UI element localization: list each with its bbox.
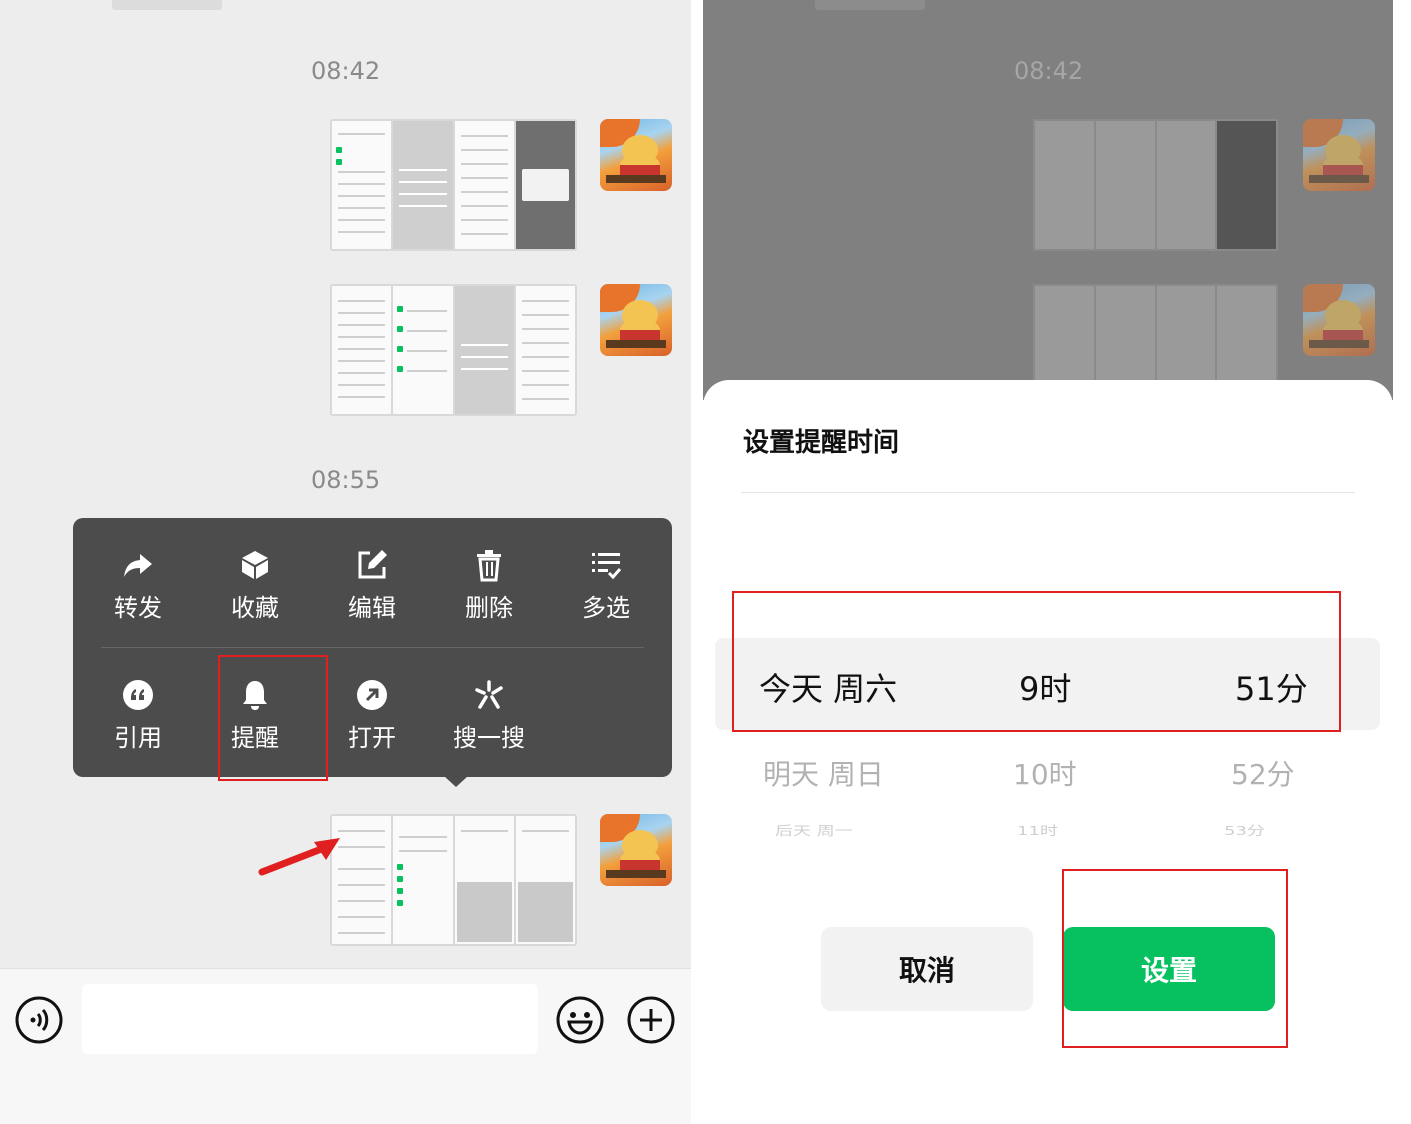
menu-item-search[interactable]: 搜一搜 — [439, 678, 539, 768]
menu-item-quote[interactable]: 引用 — [88, 678, 188, 768]
menu-item-multiselect[interactable]: 多选 — [556, 548, 656, 638]
multi-select-icon — [592, 553, 622, 580]
avatar[interactable] — [600, 119, 672, 191]
menu-item-open[interactable]: 打开 — [322, 678, 422, 768]
picker-minute-option[interactable]: 52分 — [1231, 753, 1295, 793]
menu-item-favorite[interactable]: 收藏 — [205, 548, 305, 638]
chat-panel: 08:42 08:55 转发 收藏 编辑 删除 多选 引用 提醒 打开 搜一搜 — [0, 0, 691, 1124]
menu-item-label: 多选 — [582, 594, 630, 622]
menu-item-label: 打开 — [348, 724, 396, 752]
dimmed-chat-background[interactable]: 08:42 — [703, 0, 1393, 400]
annotation-highlight-remind — [218, 655, 328, 781]
reminder-panel: 08:42 设置提醒时间 今天 周六 9时 51分 明天 周日 10时 52分 … — [703, 0, 1393, 1124]
image-message — [1033, 119, 1278, 251]
message-input[interactable] — [82, 984, 538, 1054]
edit-icon — [358, 550, 387, 579]
picker-hour-option[interactable]: 10时 — [1013, 753, 1077, 793]
menu-item-label: 搜一搜 — [453, 724, 525, 752]
menu-item-label: 引用 — [114, 724, 162, 752]
menu-item-delete[interactable]: 删除 — [439, 548, 539, 638]
picker-day-option[interactable]: 明天 周日 — [763, 753, 884, 793]
menu-item-label: 转发 — [114, 594, 162, 622]
image-message[interactable] — [330, 814, 577, 946]
cancel-button[interactable]: 取消 — [821, 927, 1033, 1011]
divider — [741, 492, 1355, 493]
quote-icon — [123, 680, 153, 710]
menu-item-forward[interactable]: 转发 — [88, 548, 188, 638]
annotation-highlight-set — [1062, 869, 1288, 1048]
menu-divider — [101, 647, 644, 648]
voice-icon[interactable] — [15, 996, 63, 1044]
message-thumbnail-top — [815, 0, 925, 10]
menu-item-label: 收藏 — [231, 594, 279, 622]
picker-minute-option[interactable]: 53分 — [1224, 821, 1265, 839]
sheet-title: 设置提醒时间 — [743, 428, 900, 458]
menu-item-label: 删除 — [465, 594, 513, 622]
timestamp: 08:55 — [311, 466, 381, 494]
cube-icon — [242, 551, 268, 579]
message-context-menu: 转发 收藏 编辑 删除 多选 引用 提醒 打开 搜一搜 — [73, 518, 672, 777]
reminder-time-sheet: 设置提醒时间 今天 周六 9时 51分 明天 周日 10时 52分 后天 周一 … — [703, 380, 1393, 1124]
share-arrow-icon — [124, 554, 152, 577]
avatar — [1303, 119, 1375, 191]
menu-item-label: 编辑 — [348, 594, 396, 622]
trash-icon — [477, 550, 501, 582]
message-thumbnail-top[interactable] — [112, 0, 222, 10]
menu-item-edit[interactable]: 编辑 — [322, 548, 422, 638]
timestamp: 08:42 — [311, 57, 381, 85]
image-message[interactable] — [330, 284, 577, 416]
emoji-icon[interactable] — [556, 996, 604, 1044]
plus-icon[interactable] — [627, 996, 675, 1044]
annotation-highlight-picker — [732, 591, 1341, 732]
menu-pointer — [444, 776, 468, 787]
annotation-arrow — [258, 838, 340, 876]
picker-hour-option[interactable]: 11时 — [1017, 821, 1058, 839]
search-spark-icon — [475, 680, 503, 709]
picker-day-option[interactable]: 后天 周一 — [775, 821, 853, 839]
avatar — [1303, 284, 1375, 356]
image-message[interactable] — [330, 119, 577, 251]
chat-input-bar — [0, 968, 691, 1124]
avatar[interactable] — [600, 284, 672, 356]
open-arrow-icon — [357, 680, 387, 710]
avatar[interactable] — [600, 814, 672, 886]
timestamp: 08:42 — [1014, 57, 1084, 85]
